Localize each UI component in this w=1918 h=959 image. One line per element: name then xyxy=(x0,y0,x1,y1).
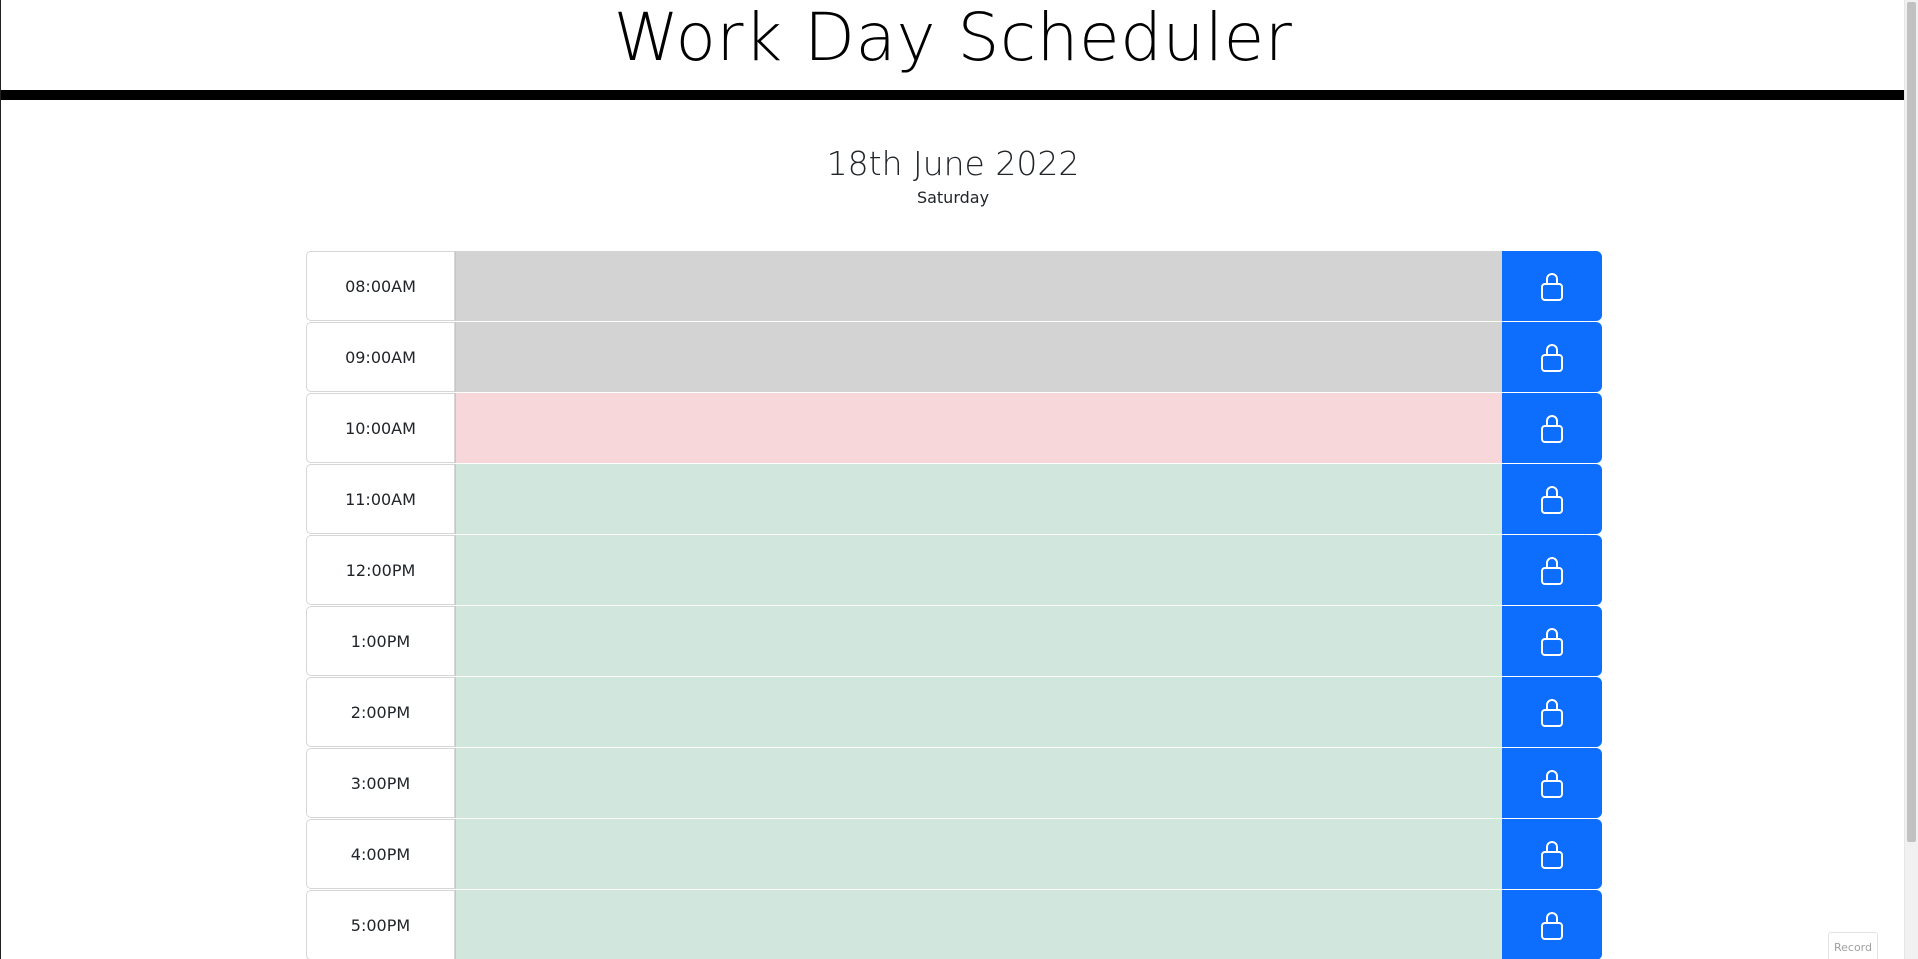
lock-icon xyxy=(1541,344,1563,372)
save-button[interactable] xyxy=(1502,748,1602,818)
hour-label: 3:00PM xyxy=(306,748,455,818)
lock-icon xyxy=(1541,415,1563,443)
event-description-input[interactable] xyxy=(455,890,1502,959)
time-block: 5:00PM xyxy=(306,890,1602,959)
save-button[interactable] xyxy=(1502,464,1602,534)
page-title: Work Day Scheduler xyxy=(613,0,1293,76)
hour-label: 10:00AM xyxy=(306,393,455,463)
lock-icon xyxy=(1541,699,1563,727)
lock-icon xyxy=(1541,628,1563,656)
time-block: 3:00PM xyxy=(306,748,1602,818)
lock-icon xyxy=(1541,841,1563,869)
time-block: 4:00PM xyxy=(306,819,1602,889)
lock-icon xyxy=(1541,486,1563,514)
date-text: 18th June 2022 xyxy=(826,144,1080,183)
event-description-input[interactable] xyxy=(455,535,1502,605)
event-description-input[interactable] xyxy=(455,464,1502,534)
time-block: 09:00AM xyxy=(306,322,1602,392)
event-description-input[interactable] xyxy=(455,322,1502,392)
hour-label: 11:00AM xyxy=(306,464,455,534)
hour-label: 5:00PM xyxy=(306,890,455,959)
time-block: 11:00AM xyxy=(306,464,1602,534)
time-block: 10:00AM xyxy=(306,393,1602,463)
lock-icon xyxy=(1541,912,1563,940)
current-date: 18th June 2022 Saturday xyxy=(1,144,1905,210)
save-button[interactable] xyxy=(1502,535,1602,605)
hour-label: 1:00PM xyxy=(306,606,455,676)
save-button[interactable] xyxy=(1502,322,1602,392)
save-button[interactable] xyxy=(1502,606,1602,676)
time-block: 08:00AM xyxy=(306,251,1602,321)
lock-icon xyxy=(1541,273,1563,301)
event-description-input[interactable] xyxy=(455,393,1502,463)
header: Work Day Scheduler xyxy=(1,0,1905,100)
scrollbar[interactable] xyxy=(1904,0,1918,959)
save-button[interactable] xyxy=(1502,819,1602,889)
lock-icon xyxy=(1541,557,1563,585)
weekday-text: Saturday xyxy=(916,188,990,207)
event-description-input[interactable] xyxy=(455,748,1502,818)
page: Work Day Scheduler 18th June 2022 Saturd… xyxy=(1,0,1905,959)
time-block: 1:00PM xyxy=(306,606,1602,676)
event-description-input[interactable] xyxy=(455,819,1502,889)
save-button[interactable] xyxy=(1502,890,1602,959)
viewport: Work Day Scheduler 18th June 2022 Saturd… xyxy=(0,0,1918,959)
save-button[interactable] xyxy=(1502,677,1602,747)
time-block: 2:00PM xyxy=(306,677,1602,747)
hour-label: 2:00PM xyxy=(306,677,455,747)
hour-label: 12:00PM xyxy=(306,535,455,605)
save-button[interactable] xyxy=(1502,251,1602,321)
hour-label: 08:00AM xyxy=(306,251,455,321)
lock-icon xyxy=(1541,770,1563,798)
hour-label: 4:00PM xyxy=(306,819,455,889)
save-button[interactable] xyxy=(1502,393,1602,463)
hour-label: 09:00AM xyxy=(306,322,455,392)
record-badge[interactable]: Record xyxy=(1828,932,1878,959)
event-description-input[interactable] xyxy=(455,606,1502,676)
time-block: 12:00PM xyxy=(306,535,1602,605)
event-description-input[interactable] xyxy=(455,677,1502,747)
scrollbar-thumb[interactable] xyxy=(1907,2,1916,842)
event-description-input[interactable] xyxy=(455,251,1502,321)
schedule-container: 08:00AM 09:00AM 10:00AM 11:00AM 12:00PM 1:00P… xyxy=(306,251,1602,959)
